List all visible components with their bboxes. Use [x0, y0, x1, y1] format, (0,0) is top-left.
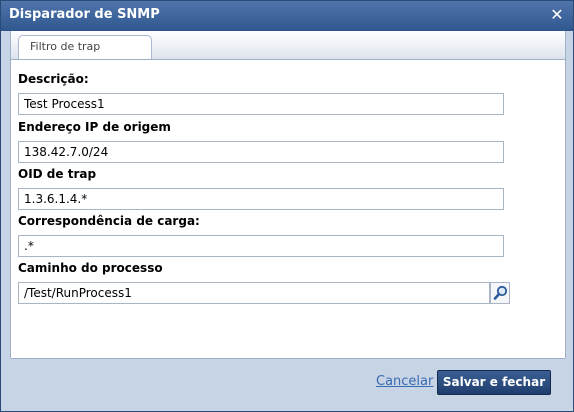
- description-label: Descrição:: [18, 72, 89, 86]
- description-value: Test Process1: [24, 97, 105, 111]
- tab-strip: Filtro de trap: [11, 31, 565, 60]
- dialog-title: Disparador de SNMP: [9, 7, 160, 22]
- trap-oid-field[interactable]: 1.3.6.1.4.*: [18, 188, 504, 210]
- save-and-close-button[interactable]: Salvar e fechar: [437, 370, 551, 395]
- process-path-lookup-button[interactable]: [490, 282, 510, 304]
- cancel-link[interactable]: Cancelar: [376, 374, 433, 389]
- source-ip-value: 138.42.7.0/24: [24, 145, 109, 159]
- dialog-panel: Filtro de trap Descrição: Test Process1 …: [10, 31, 566, 359]
- payload-match-label: Correspondência de carga:: [18, 214, 200, 228]
- dialog-titlebar[interactable]: Disparador de SNMP ✕: [1, 1, 573, 31]
- search-icon: [493, 285, 508, 300]
- form-content: Descrição: Test Process1 Endereço IP de …: [11, 60, 565, 359]
- process-path-field[interactable]: /Test/RunProcess1: [18, 282, 490, 304]
- description-field[interactable]: Test Process1: [18, 93, 504, 115]
- tab-trap-filter-label: Filtro de trap: [30, 40, 101, 53]
- trap-oid-value: 1.3.6.1.4.*: [24, 192, 88, 206]
- payload-match-field[interactable]: .*: [18, 235, 504, 257]
- payload-match-value: .*: [24, 239, 34, 253]
- close-icon[interactable]: ✕: [547, 5, 567, 25]
- process-path-label: Caminho do processo: [18, 261, 163, 275]
- source-ip-label: Endereço IP de origem: [18, 120, 171, 134]
- source-ip-field[interactable]: 138.42.7.0/24: [18, 141, 504, 163]
- trap-oid-label: OID de trap: [18, 167, 97, 181]
- tab-trap-filter[interactable]: Filtro de trap: [18, 35, 152, 59]
- process-path-value: /Test/RunProcess1: [24, 286, 132, 300]
- snmp-trigger-dialog: Disparador de SNMP ✕ Filtro de trap Desc…: [0, 0, 574, 412]
